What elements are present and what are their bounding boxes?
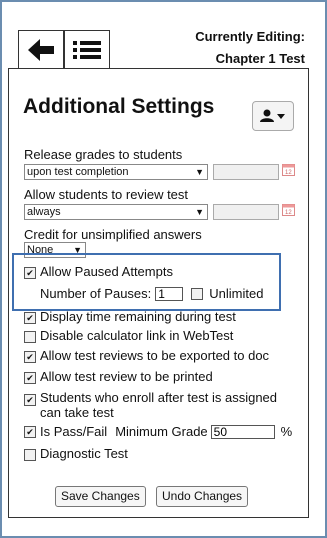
review-test-select[interactable]: always ▼	[24, 204, 208, 220]
unlimited-label: Unlimited	[209, 286, 264, 301]
release-date-field[interactable]	[213, 164, 279, 180]
list-tab[interactable]	[64, 30, 110, 68]
diagnostic-checkbox[interactable]	[24, 449, 36, 461]
percent-label: %	[280, 424, 293, 439]
display-time-checkbox[interactable]: ✔	[24, 312, 36, 324]
passfail-checkbox[interactable]: ✔	[24, 425, 36, 438]
user-dropdown-icon	[260, 109, 285, 122]
display-time-row: ✔ Display time remaining during test	[24, 309, 236, 324]
chevron-down-icon: ▼	[195, 167, 204, 177]
svg-text:12: 12	[285, 170, 292, 176]
paused-attempts-row: ✔ Allow Paused Attempts	[24, 264, 173, 279]
passfail-label: Is Pass/Fail	[40, 424, 108, 439]
print-row: ✔ Allow test review to be printed	[24, 369, 213, 384]
disable-calc-label: Disable calculator link in WebTest	[40, 328, 234, 343]
print-label: Allow test review to be printed	[40, 369, 213, 384]
diagnostic-row: Diagnostic Test	[24, 446, 128, 461]
back-tab[interactable]	[18, 30, 64, 68]
undo-changes-button[interactable]: Undo Changes	[156, 486, 249, 507]
number-of-pauses-row: Number of Pauses: Unlimited	[40, 286, 263, 301]
list-icon	[73, 40, 101, 59]
enroll-label: Students who enroll after test is assign…	[40, 390, 278, 420]
display-time-label: Display time remaining during test	[40, 309, 236, 324]
user-menu-button[interactable]	[252, 101, 294, 131]
disable-calc-checkbox[interactable]	[24, 331, 36, 343]
print-checkbox[interactable]: ✔	[24, 372, 36, 384]
review-date-field[interactable]	[213, 204, 279, 220]
enroll-checkbox[interactable]: ✔	[24, 394, 36, 406]
credit-label: Credit for unsimplified answers	[24, 227, 202, 242]
page-title: Additional Settings	[23, 95, 215, 118]
min-grade-input[interactable]	[210, 424, 275, 439]
review-test-value: always	[27, 206, 61, 218]
release-grades-select[interactable]: upon test completion ▼	[24, 164, 208, 180]
calendar-icon[interactable]: 12	[282, 203, 295, 216]
min-grade-label: Minimum Grade	[115, 424, 208, 439]
calendar-icon[interactable]: 12	[282, 163, 295, 176]
editing-label: Currently Editing:	[195, 29, 305, 44]
release-grades-value: upon test completion	[27, 166, 129, 178]
pauses-label: Number of Pauses:	[40, 286, 152, 301]
enroll-row: ✔ Students who enroll after test is assi…	[24, 390, 300, 420]
passfail-row: ✔ Is Pass/Fail Minimum Grade %	[24, 424, 292, 439]
currently-editing: Currently Editing: Chapter 1 Test	[195, 26, 305, 70]
review-test-label: Allow students to review test	[24, 187, 189, 202]
paused-attempts-highlight	[12, 253, 281, 311]
paused-attempts-label: Allow Paused Attempts	[40, 264, 173, 279]
save-changes-button[interactable]: Save Changes	[55, 486, 146, 507]
export-row: ✔ Allow test reviews to be exported to d…	[24, 348, 269, 363]
pauses-input[interactable]	[155, 286, 184, 301]
export-checkbox[interactable]: ✔	[24, 351, 36, 363]
unlimited-checkbox[interactable]	[191, 287, 204, 300]
chevron-down-icon: ▼	[195, 207, 204, 217]
diagnostic-label: Diagnostic Test	[40, 446, 128, 461]
release-grades-label: Release grades to students	[24, 147, 183, 162]
arrow-left-icon	[28, 38, 54, 61]
editing-test-name: Chapter 1 Test	[215, 51, 305, 66]
disable-calc-row: Disable calculator link in WebTest	[24, 328, 233, 343]
svg-text:12: 12	[285, 210, 292, 216]
export-label: Allow test reviews to be exported to doc	[40, 348, 270, 363]
paused-attempts-checkbox[interactable]: ✔	[24, 267, 36, 279]
